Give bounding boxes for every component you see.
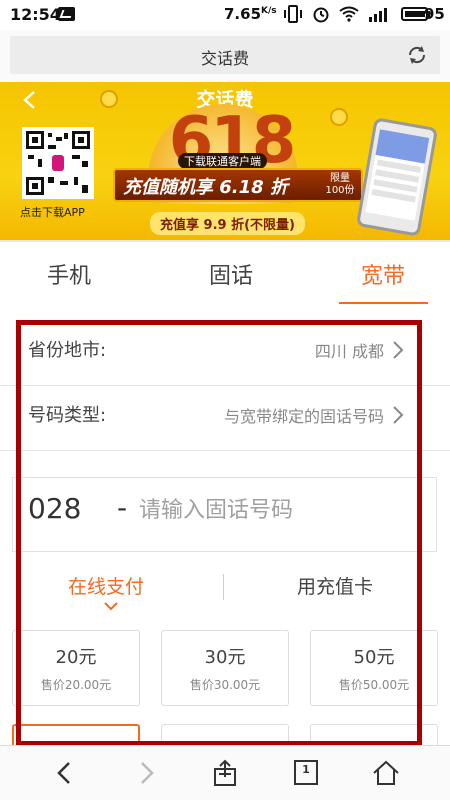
battery-level: 95 (424, 5, 445, 23)
notification-message-icon (58, 7, 75, 21)
tab-landline[interactable]: 固话 (209, 258, 253, 290)
tab-count: 1 (302, 763, 310, 776)
phone-illustration (355, 117, 439, 237)
home-icon[interactable] (371, 758, 401, 788)
network-speed: 7.65K/s (224, 5, 277, 23)
alarm-icon (313, 7, 329, 23)
promo-strip: 充值随机享 6.18 折 限量100份 (113, 168, 363, 202)
promo-text: 充值随机享 6.18 折 (123, 177, 288, 198)
qr-caption: 点击下载APP (20, 206, 85, 219)
annotation-highlight-box (16, 320, 422, 746)
share-icon[interactable] (210, 758, 240, 788)
coin-decoration (100, 90, 118, 108)
promo-banner[interactable]: 交话费 点击下载APP 618 下载联通客户端 充值随机享 6.18 折 限量1… (0, 82, 450, 240)
refresh-icon[interactable] (406, 44, 428, 66)
vibrate-icon (284, 5, 302, 23)
clock-time: 12:54 (10, 5, 61, 24)
tab-broadband[interactable]: 宽带 (361, 258, 405, 290)
browser-bottom-nav: 1 (0, 745, 450, 800)
url-box[interactable]: 交话费 (10, 36, 440, 74)
back-icon[interactable] (50, 758, 80, 788)
coin-decoration (330, 108, 348, 126)
category-tabs: 手机 固话 宽带 (0, 240, 450, 305)
status-icons (283, 5, 431, 23)
signal-icon (369, 8, 387, 22)
qr-code[interactable] (22, 127, 94, 199)
browser-title-bar: 交话费 (0, 30, 450, 82)
limit-text: 限量100份 (325, 173, 355, 196)
tab-mobile[interactable]: 手机 (47, 258, 91, 290)
app-root: 12:54 7.65K/s 95 交话费 交话费 点击下载APP 618 下载联… (0, 0, 450, 800)
page-title: 交话费 (200, 49, 249, 68)
status-bar: 12:54 7.65K/s 95 (0, 0, 450, 30)
qr-code-pattern (26, 131, 90, 195)
forward-icon[interactable] (131, 758, 161, 788)
tabs-button[interactable]: 1 (291, 758, 321, 788)
ribbon-top-text: 下载联通客户端 (178, 153, 267, 169)
banner-subtitle: 充值享 9.9 折(不限量) (150, 212, 305, 235)
wifi-icon (339, 6, 359, 22)
phone-screen (365, 129, 430, 221)
